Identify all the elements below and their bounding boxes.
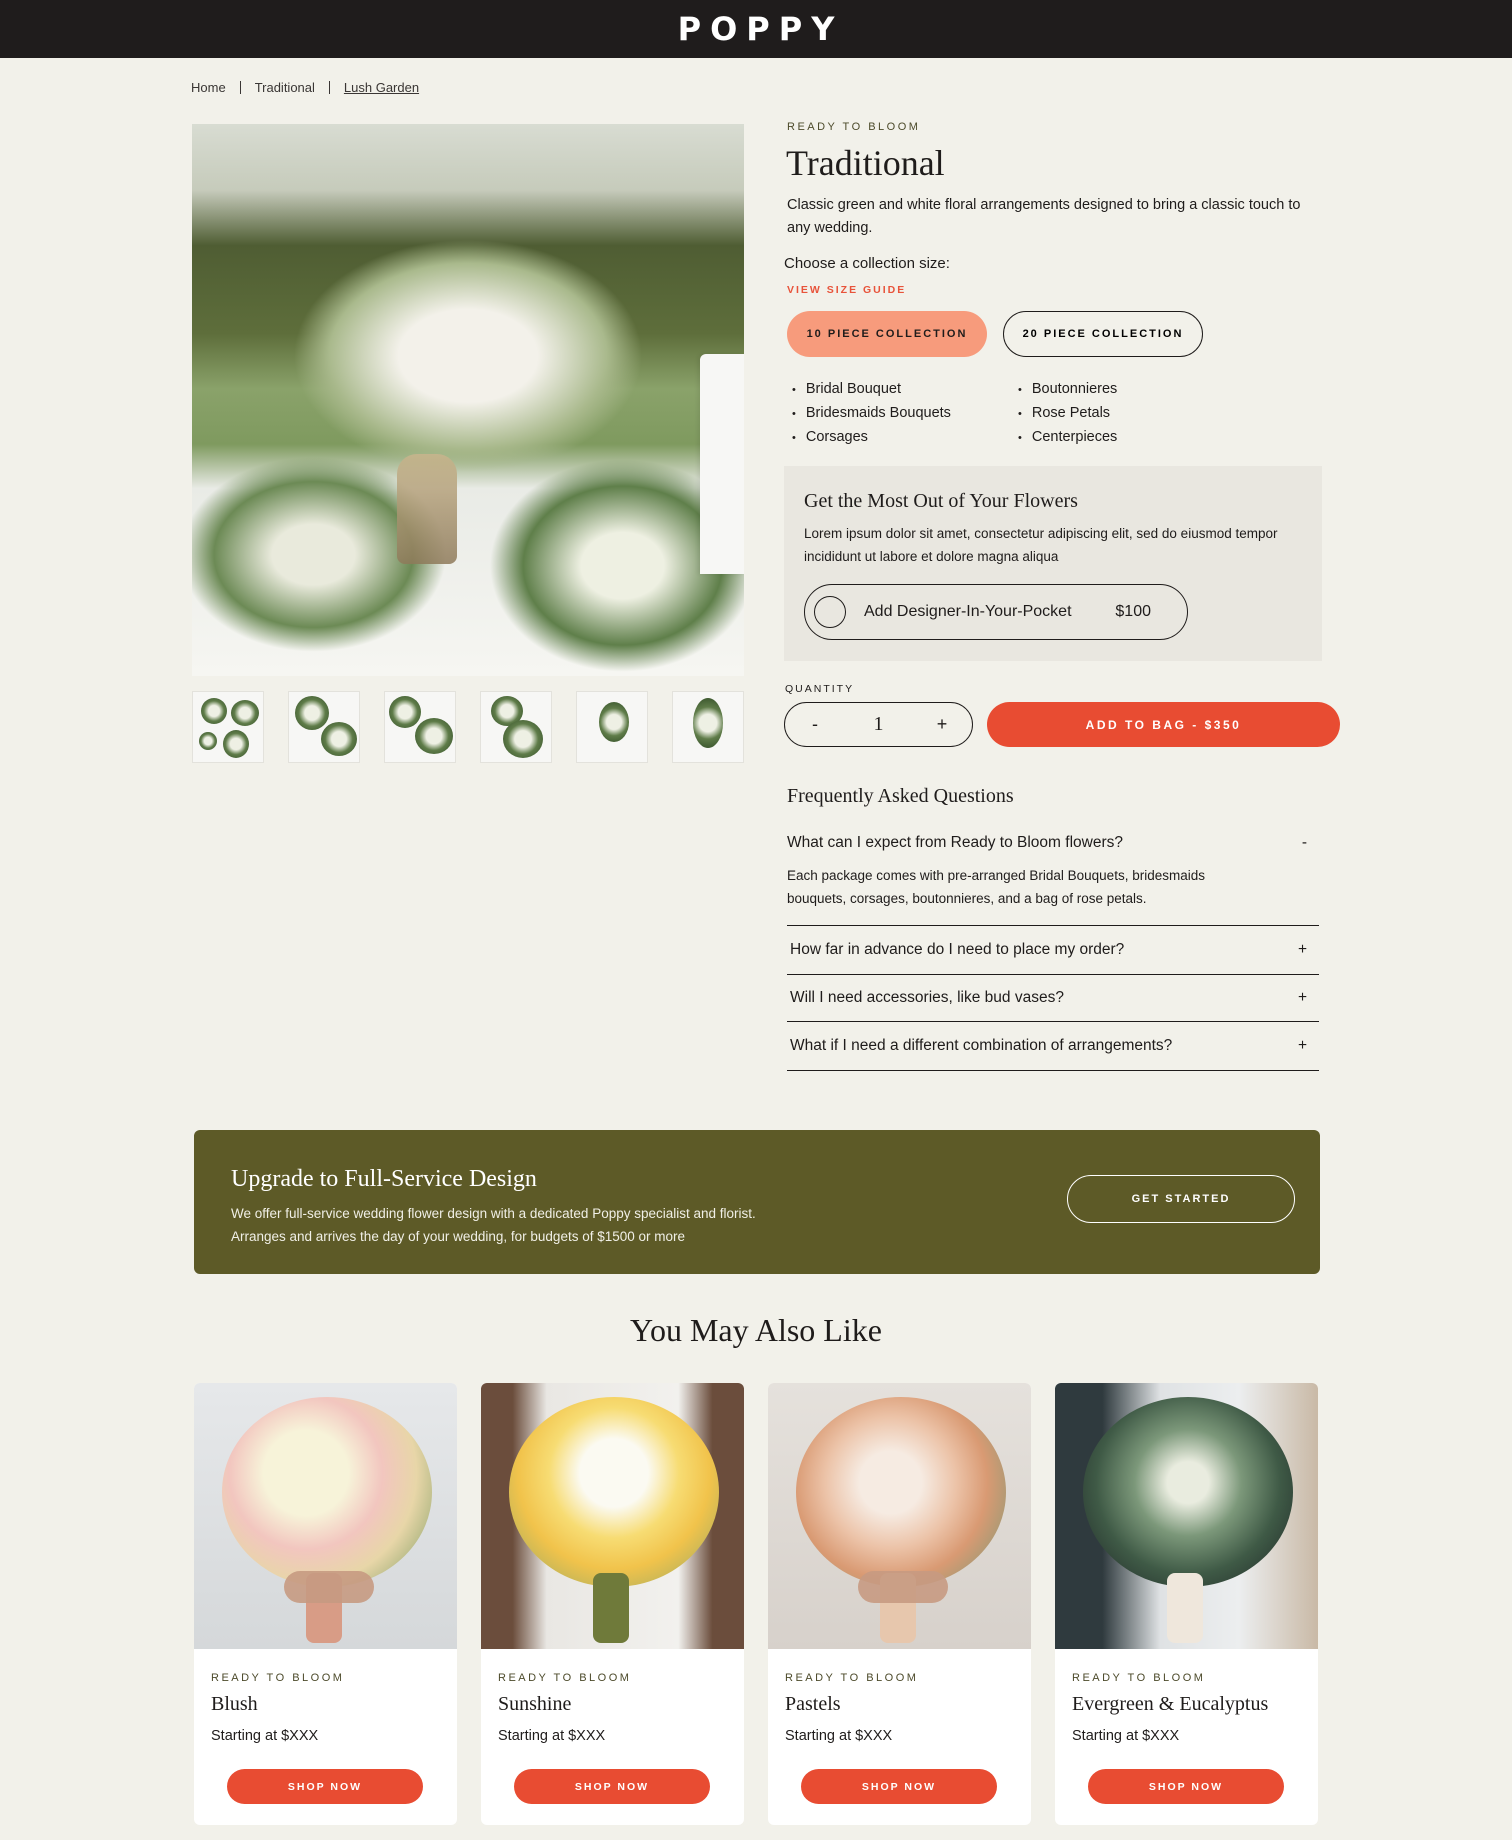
shop-now-button[interactable]: SHOP NOW: [1088, 1769, 1284, 1804]
breadcrumb-lush-garden[interactable]: Lush Garden: [344, 80, 419, 95]
breadcrumb-traditional[interactable]: Traditional: [255, 80, 315, 95]
faq-question-toggle[interactable]: What if I need a different combination o…: [787, 1022, 1319, 1070]
faq-answer: Each package comes with pre-arranged Bri…: [787, 868, 1205, 906]
thumbnail-5[interactable]: [576, 691, 648, 763]
faq-question-toggle[interactable]: How far in advance do I need to place my…: [787, 926, 1319, 974]
card-eyebrow: READY TO BLOOM: [1072, 1672, 1206, 1684]
thumbnail-6[interactable]: [672, 691, 744, 763]
faq-question: Will I need accessories, like bud vases?: [790, 989, 1064, 1006]
upgrade-title: Upgrade to Full-Service Design: [231, 1166, 537, 1192]
add-to-bag-button[interactable]: ADD TO BAG - $350: [987, 702, 1340, 747]
view-size-guide-link[interactable]: VIEW SIZE GUIDE: [787, 284, 906, 296]
thumbnail-3[interactable]: [384, 691, 456, 763]
faq-question: What if I need a different combination o…: [790, 1037, 1173, 1054]
product-card-image[interactable]: [194, 1383, 457, 1649]
product-card-blush[interactable]: READY TO BLOOM Blush Starting at $XXX SH…: [194, 1383, 457, 1825]
product-card-pastels[interactable]: READY TO BLOOM Pastels Starting at $XXX …: [768, 1383, 1031, 1825]
list-item: Bridal Bouquet: [792, 379, 1018, 400]
product-description: Classic green and white floral arrangeme…: [787, 197, 1301, 236]
list-item: Boutonnieres: [1018, 379, 1244, 400]
list-item: Centerpieces: [1018, 427, 1244, 448]
list-item: Rose Petals: [1018, 403, 1244, 424]
addon-panel: Get the Most Out of Your Flowers Lorem i…: [784, 466, 1322, 661]
collection-includes-list: Bridal Bouquet Boutonnieres Bridesmaids …: [792, 379, 1244, 448]
radio-button[interactable]: [814, 596, 846, 628]
increment-button[interactable]: +: [934, 714, 950, 735]
related-title: You May Also Like: [630, 1312, 882, 1348]
poppy-logo[interactable]: POPPY: [669, 10, 844, 48]
card-name: Blush: [211, 1693, 258, 1715]
thumbnail-4[interactable]: [480, 691, 552, 763]
faq-item: How far in advance do I need to place my…: [787, 926, 1319, 975]
quantity-label: QUANTITY: [785, 683, 855, 695]
card-name: Evergreen & Eucalyptus: [1072, 1693, 1269, 1715]
size-option-20-piece[interactable]: 20 PIECE COLLECTION: [1003, 311, 1203, 357]
breadcrumb: Home Traditional Lush Garden: [191, 80, 419, 95]
addon-option-label: Add Designer-In-Your-Pocket: [864, 603, 1072, 620]
quantity-stepper: - 1 +: [784, 702, 973, 747]
expand-icon[interactable]: +: [1298, 941, 1307, 959]
addon-title: Get the Most Out of Your Flowers: [804, 490, 1078, 512]
cake-graphic: [700, 354, 744, 574]
faq-list: What can I expect from Ready to Bloom fl…: [787, 822, 1319, 1071]
faq-question: What can I expect from Ready to Bloom fl…: [787, 834, 1123, 851]
collapse-icon[interactable]: -: [1302, 834, 1307, 852]
card-name: Sunshine: [498, 1693, 572, 1715]
faq-question: How far in advance do I need to place my…: [790, 941, 1125, 958]
card-eyebrow: READY TO BLOOM: [785, 1672, 919, 1684]
faq-title: Frequently Asked Questions: [787, 785, 1014, 807]
card-eyebrow: READY TO BLOOM: [211, 1672, 345, 1684]
thumbnail-1[interactable]: [192, 691, 264, 763]
related-products: READY TO BLOOM Blush Starting at $XXX SH…: [194, 1383, 1318, 1825]
card-eyebrow: READY TO BLOOM: [498, 1672, 632, 1684]
faq-item: What if I need a different combination o…: [787, 1022, 1319, 1071]
faq-item: Will I need accessories, like bud vases?…: [787, 975, 1319, 1022]
faq-question-toggle[interactable]: What can I expect from Ready to Bloom fl…: [787, 822, 1319, 864]
upgrade-description: We offer full-service wedding flower des…: [231, 1206, 756, 1244]
product-title: Traditional: [786, 143, 945, 183]
card-price: Starting at $XXX: [1072, 1728, 1180, 1744]
card-price: Starting at $XXX: [211, 1728, 319, 1744]
collection-size-label: Choose a collection size:: [784, 255, 950, 272]
product-card-image[interactable]: [481, 1383, 744, 1649]
designer-in-your-pocket-option[interactable]: Add Designer-In-Your-Pocket $100: [804, 584, 1188, 640]
list-item: Bridesmaids Bouquets: [792, 403, 1018, 424]
shop-now-button[interactable]: SHOP NOW: [801, 1769, 997, 1804]
card-price: Starting at $XXX: [785, 1728, 893, 1744]
site-header: POPPY: [0, 0, 1512, 58]
breadcrumb-separator: [239, 81, 241, 94]
list-item: Corsages: [792, 427, 1018, 448]
addon-option-price: $100: [1115, 603, 1151, 620]
thumbnail-2[interactable]: [288, 691, 360, 763]
breadcrumb-separator: [328, 81, 330, 94]
product-thumbnails: [192, 691, 744, 763]
vase-graphic: [397, 454, 457, 564]
upgrade-banner: Upgrade to Full-Service Design We offer …: [194, 1130, 1320, 1274]
expand-icon[interactable]: +: [1298, 1037, 1307, 1055]
shop-now-button[interactable]: SHOP NOW: [227, 1769, 423, 1804]
expand-icon[interactable]: +: [1298, 989, 1307, 1007]
decrement-button[interactable]: -: [807, 714, 823, 735]
quantity-value[interactable]: 1: [874, 713, 884, 736]
card-price: Starting at $XXX: [498, 1728, 606, 1744]
product-eyebrow: READY TO BLOOM: [787, 121, 921, 133]
product-card-evergreen-eucalyptus[interactable]: READY TO BLOOM Evergreen & Eucalyptus St…: [1055, 1383, 1318, 1825]
product-main-image: [192, 124, 744, 676]
addon-description: Lorem ipsum dolor sit amet, consectetur …: [804, 526, 1278, 564]
breadcrumb-home[interactable]: Home: [191, 80, 226, 95]
product-card-sunshine[interactable]: READY TO BLOOM Sunshine Starting at $XXX…: [481, 1383, 744, 1825]
get-started-button[interactable]: GET STARTED: [1067, 1175, 1295, 1223]
size-option-10-piece[interactable]: 10 PIECE COLLECTION: [787, 311, 987, 357]
shop-now-button[interactable]: SHOP NOW: [514, 1769, 710, 1804]
product-card-image[interactable]: [1055, 1383, 1318, 1649]
faq-question-toggle[interactable]: Will I need accessories, like bud vases?…: [787, 975, 1319, 1021]
faq-item: What can I expect from Ready to Bloom fl…: [787, 822, 1319, 926]
card-name: Pastels: [785, 1693, 841, 1715]
product-card-image[interactable]: [768, 1383, 1031, 1649]
